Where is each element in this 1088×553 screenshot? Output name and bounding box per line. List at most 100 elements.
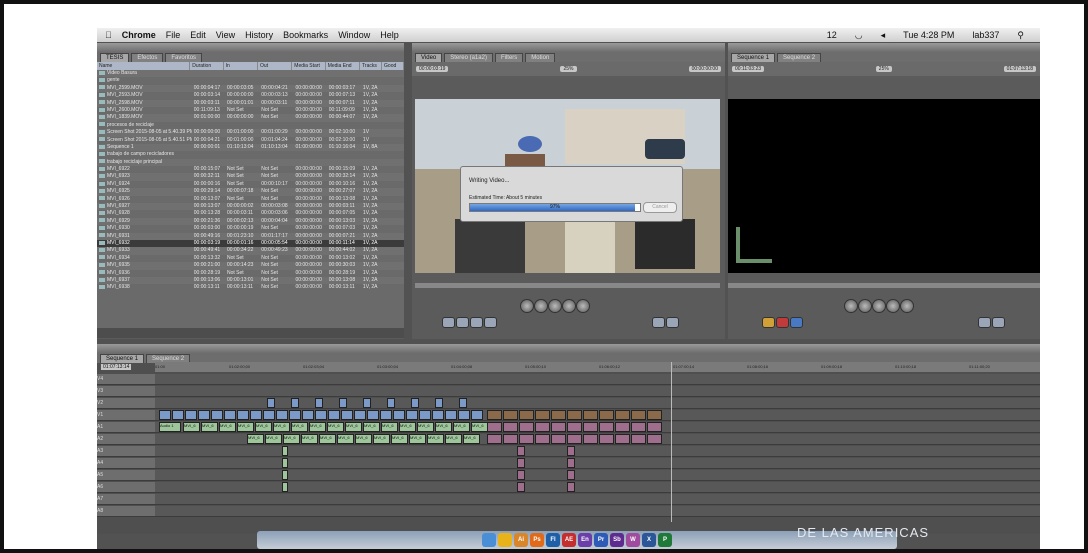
audio-clip[interactable] <box>519 422 534 432</box>
column-header[interactable]: Good <box>382 62 405 70</box>
track-header[interactable]: A4 <box>97 458 155 468</box>
dock-icon-sb[interactable]: Sb <box>610 533 624 547</box>
browser-row[interactable]: MVI_6922 00:00:15:07 Not Set Not Set 00:00:0… <box>97 166 404 173</box>
audio-clip[interactable]: MVI_6 <box>301 434 318 444</box>
wifi-icon[interactable]: ◡ <box>855 30 863 41</box>
audio-clip[interactable]: MVI_6 <box>247 434 264 444</box>
audio-clip[interactable]: MVI_6 <box>291 422 308 432</box>
tab-tesis[interactable]: TESIS <box>100 53 130 62</box>
menu-file[interactable]: File <box>166 30 181 40</box>
video-clip[interactable] <box>503 410 518 420</box>
video-clip[interactable] <box>354 410 366 420</box>
video-clip[interactable] <box>435 398 443 408</box>
audio-clip[interactable]: MVI_6 <box>427 434 444 444</box>
mark-in-button[interactable] <box>652 317 665 328</box>
audio-clip[interactable] <box>615 434 630 444</box>
browser-row[interactable]: MVI_6932 00:00:03:19 00:00:01:16 00:00:05:5… <box>97 239 404 248</box>
jog-wheel[interactable] <box>520 299 534 313</box>
playhead[interactable] <box>671 362 672 522</box>
dock-icon-ae[interactable]: AE <box>562 533 576 547</box>
tab-sequence-2[interactable]: Sequence 2 <box>777 53 822 62</box>
audio-clip[interactable]: MVI_6 <box>417 422 434 432</box>
audio-clip[interactable] <box>282 446 288 456</box>
browser-row[interactable]: MVI_6928 00:00:13:28 00:00:03:11 00:00:03:0… <box>97 210 404 217</box>
battery-status[interactable]: 12 <box>827 30 837 40</box>
audio-clip[interactable] <box>551 434 566 444</box>
audio-clip[interactable]: MVI_6 <box>273 422 290 432</box>
audio-clip[interactable] <box>567 434 582 444</box>
dock-icon-finder[interactable] <box>482 533 496 547</box>
tab-stereo[interactable]: Stereo (a1a2) <box>444 53 493 62</box>
video-clip[interactable] <box>380 410 392 420</box>
video-clip[interactable] <box>458 410 470 420</box>
timeline-track[interactable]: A7 <box>97 494 1040 505</box>
track-header[interactable]: A7 <box>97 494 155 504</box>
audio-clip[interactable] <box>282 470 288 480</box>
spotlight-search-icon[interactable]: ⚲ <box>1017 30 1024 41</box>
match-frame-button[interactable] <box>442 317 455 328</box>
insert-edit-button[interactable] <box>762 317 775 328</box>
play-button[interactable] <box>872 299 886 313</box>
video-clip[interactable] <box>551 410 566 420</box>
volume-icon[interactable]: ◂ <box>881 30 886 41</box>
jog-wheel[interactable] <box>844 299 858 313</box>
viewer-titlebar[interactable] <box>412 43 725 52</box>
audio-clip[interactable] <box>487 434 502 444</box>
mark-clip-button[interactable] <box>456 317 469 328</box>
audio-clip[interactable]: MVI_6 <box>409 434 426 444</box>
browser-row[interactable]: MVI_2599.MOV 00:00:04:17 00:00:03:05 00:00:… <box>97 84 404 93</box>
audio-clip[interactable] <box>535 434 550 444</box>
next-edit-button[interactable] <box>886 299 900 313</box>
audio-clip[interactable]: MVI_6 <box>363 422 380 432</box>
video-clip[interactable] <box>341 410 353 420</box>
prev-edit-button[interactable] <box>858 299 872 313</box>
audio-clip[interactable] <box>567 470 575 480</box>
add-marker-button[interactable] <box>484 317 497 328</box>
browser-row[interactable]: trabajo de campo recicladores <box>97 151 404 158</box>
audio-clip[interactable]: MVI_6 <box>345 422 362 432</box>
column-header[interactable]: Tracks <box>360 62 383 70</box>
track-header[interactable]: V3 <box>97 386 155 396</box>
audio-clip[interactable]: MVI_6 <box>265 434 282 444</box>
video-clip[interactable] <box>263 410 275 420</box>
browser-row[interactable]: MVI_6924 00:00:00:16 Not Set 00:00:10:17 00:… <box>97 181 404 188</box>
audio-clip[interactable]: MVI_6 <box>435 422 452 432</box>
audio-clip[interactable]: MVI_6 <box>399 422 416 432</box>
video-clip[interactable] <box>519 410 534 420</box>
timeline-titlebar[interactable] <box>97 344 1040 353</box>
timeline-ruler[interactable]: 01:00 01:02:00;00 01:02:03;04 01:03:00;04 01… <box>155 362 1040 372</box>
timeline-track[interactable]: A8 <box>97 506 1040 517</box>
video-clip[interactable] <box>315 410 327 420</box>
audio-clip[interactable]: MVI_6 <box>327 422 344 432</box>
audio-clip[interactable] <box>647 434 662 444</box>
timeline-current-timecode[interactable]: 01:07:13:14 <box>101 364 132 370</box>
video-clip[interactable] <box>615 410 630 420</box>
audio-clip[interactable]: MVI_6 <box>255 422 272 432</box>
audio-clip[interactable] <box>567 458 575 468</box>
menu-view[interactable]: View <box>216 30 235 40</box>
browser-row[interactable]: gente <box>97 77 404 84</box>
browser-row[interactable]: MVI_1839.MOV 00:01:00:00 00:00:00:00 Not Se… <box>97 114 404 122</box>
cancel-button[interactable]: Cancel <box>643 202 677 213</box>
canvas-zoom-select[interactable]: 25% <box>875 66 892 72</box>
audio-clip[interactable]: MVI_6 <box>319 434 336 444</box>
audio-clip[interactable] <box>519 434 534 444</box>
shuttle-control[interactable] <box>576 299 590 313</box>
video-clip[interactable] <box>471 410 483 420</box>
browser-row[interactable]: MVI_2593.MOV 00:00:03:14 00:00:00:00 00:00:… <box>97 92 404 99</box>
audio-clip[interactable] <box>517 470 525 480</box>
audio-clip[interactable] <box>567 482 575 492</box>
browser-row[interactable]: Video Basura <box>97 70 404 78</box>
video-clip[interactable] <box>315 398 323 408</box>
browser-row[interactable]: Screen Shot 2015-08-05 at 5.40.51 PM 00:0… <box>97 137 404 144</box>
prev-edit-button[interactable] <box>534 299 548 313</box>
audio-clip[interactable] <box>567 446 575 456</box>
video-clip[interactable] <box>211 410 223 420</box>
video-clip[interactable] <box>289 410 301 420</box>
audio-clip[interactable] <box>503 434 518 444</box>
video-clip[interactable] <box>583 410 598 420</box>
audio-clip[interactable] <box>535 422 550 432</box>
browser-row[interactable]: trabajo reciclaje principal <box>97 158 404 167</box>
audio-clip[interactable] <box>567 422 582 432</box>
audio-clip[interactable] <box>517 482 525 492</box>
